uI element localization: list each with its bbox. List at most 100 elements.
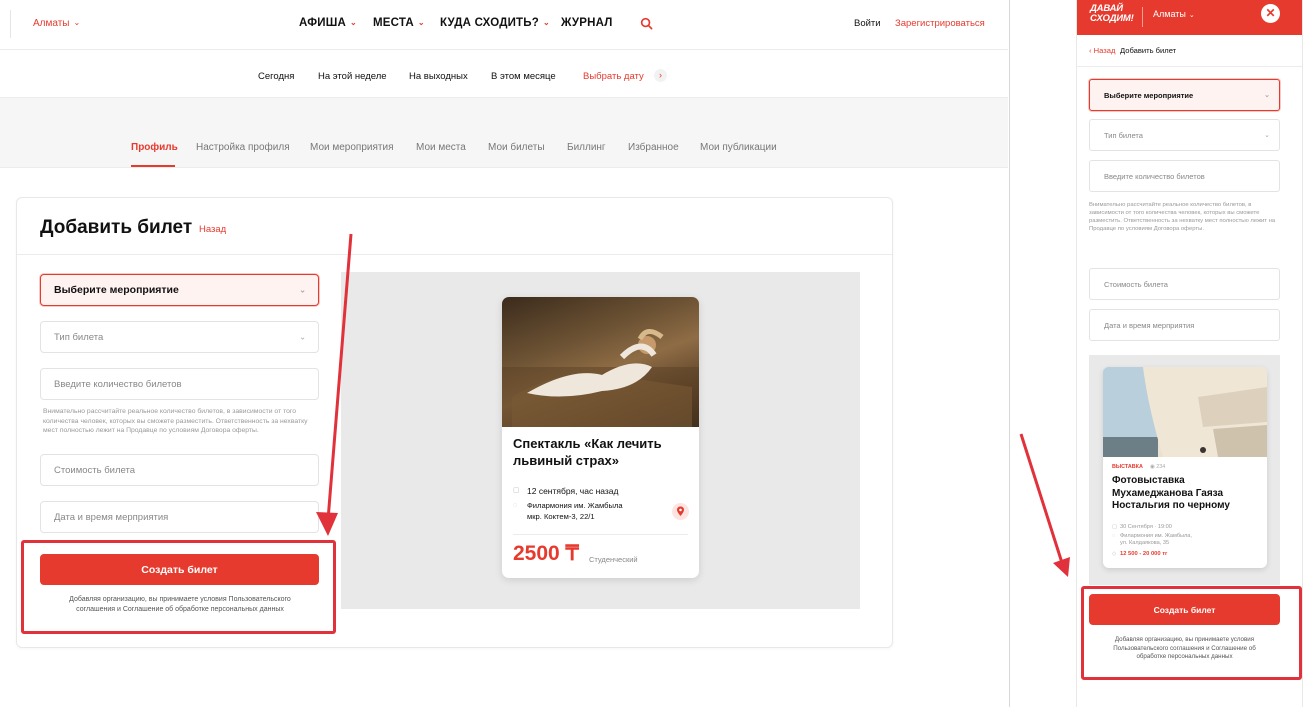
divider — [17, 254, 892, 255]
back-link[interactable]: Назад — [199, 224, 226, 235]
event-card-date: 30 Сентября · 19:00 — [1120, 524, 1172, 530]
logo[interactable]: ДАВАЙ СХОДИМ! — [1090, 4, 1134, 23]
event-card-place: Филармония им. Жамбыла мкр. Коктем-3, 22/… — [527, 501, 623, 522]
mobile-header: ДАВАЙ СХОДИМ! Алматы ⌄ ✕ — [1077, 0, 1302, 35]
filter-this-month[interactable]: В этом месяце — [491, 71, 556, 82]
logo-line: СХОДИМ! — [1090, 12, 1134, 24]
top-navbar: Алматы ⌄ АФИША ⌄ МЕСТА ⌄ КУДА СХОДИТЬ? ⌄ ЖУР… — [0, 0, 1008, 50]
nav-where-to-go[interactable]: КУДА СХОДИТЬ? ⌄ — [440, 17, 550, 29]
chevron-down-icon: ⌄ — [299, 285, 306, 295]
tab-favorites[interactable]: Избранное — [628, 142, 679, 153]
date-filter-bar: Сегодня На этой неделе На выходных В это… — [0, 50, 1008, 98]
event-select[interactable]: Выберите мероприятие ⌄ — [40, 274, 319, 306]
event-image — [1103, 367, 1267, 457]
place-name: Филармония им. Жамбыла — [527, 501, 623, 510]
mobile-view: ДАВАЙ СХОДИМ! Алматы ⌄ ✕ ‹ Назад Добавить … — [1076, 0, 1303, 707]
filter-weekend[interactable]: На выходных — [409, 71, 468, 82]
price-input[interactable]: Стоимость билета — [1089, 268, 1280, 300]
map-pin-icon[interactable] — [672, 503, 689, 520]
event-card-place: Филармония им. Жамбыла, ул. Калдаякова, 3… — [1120, 533, 1192, 547]
datetime-input[interactable]: Дата и время мерприятия — [1089, 309, 1280, 341]
calendar-icon: ▢ — [1112, 524, 1118, 530]
price-input[interactable]: Стоимость билета — [40, 454, 319, 486]
chevron-right-icon[interactable]: › — [654, 69, 667, 82]
chevron-down-icon: ⌄ — [417, 18, 425, 27]
login-link[interactable]: Войти — [854, 18, 881, 29]
divider — [10, 10, 11, 38]
eye-icon: ◉ — [1150, 464, 1155, 470]
quantity-hint: Внимательно рассчитайте реальное количес… — [1089, 202, 1276, 232]
event-card: ВЫСТАВКА ◉ 234 Фотовыставка Мухамеджанов… — [1103, 367, 1267, 568]
quantity-hint: Внимательно рассчитайте реальное количес… — [43, 408, 308, 434]
view-divider — [1009, 0, 1010, 707]
event-card-category: Студенческий — [589, 555, 638, 564]
city-selector[interactable]: Алматы ⌄ — [1153, 9, 1195, 19]
event-select-value: Выберите мероприятие — [1104, 90, 1194, 100]
tab-my-places[interactable]: Мои места — [416, 142, 466, 153]
nav-journal[interactable]: ЖУРНАЛ — [561, 17, 613, 29]
quantity-placeholder: Введите количество билетов — [1104, 171, 1205, 181]
price-icon: ◇ — [1112, 551, 1117, 557]
close-icon[interactable]: ✕ — [1261, 4, 1280, 23]
divider — [1077, 66, 1302, 67]
quantity-input[interactable]: Введите количество билетов — [40, 368, 319, 400]
annotation-arrow — [1019, 433, 1070, 577]
filter-pick-date[interactable]: Выбрать дату — [583, 71, 644, 82]
chevron-down-icon: ⌄ — [349, 18, 357, 27]
highlight-box — [1081, 586, 1302, 680]
annotation-arrow — [316, 233, 353, 536]
tab-profile-settings[interactable]: Настройка профиля — [196, 142, 290, 153]
ticket-type-placeholder: Тип билета — [1104, 130, 1143, 140]
datetime-placeholder: Дата и время мерприятия — [54, 511, 169, 523]
back-link[interactable]: ‹ Назад — [1089, 46, 1115, 55]
event-card-title: Спектакль «Как лечить львиный страх» — [513, 436, 662, 468]
city-selector[interactable]: Алматы ⌄ — [33, 18, 80, 29]
nav-places[interactable]: МЕСТА ⌄ — [373, 17, 425, 29]
event-image — [502, 297, 699, 427]
nav-label: МЕСТА — [373, 17, 414, 29]
back-label: Назад — [1093, 46, 1116, 55]
datetime-placeholder: Дата и время мерприятия — [1104, 320, 1195, 330]
event-card-price: 2500 ₸ — [513, 542, 579, 565]
register-link[interactable]: Зарегистрироваться — [895, 18, 985, 29]
desktop-view: Алматы ⌄ АФИША ⌄ МЕСТА ⌄ КУДА СХОДИТЬ? ⌄ ЖУР… — [0, 0, 1010, 707]
tab-my-tickets[interactable]: Мои билеты — [488, 142, 545, 153]
profile-tabs: Профиль Настройка профиля Мои мероприяти… — [0, 98, 1008, 168]
ticket-type-select[interactable]: Тип билета ⌄ — [1089, 119, 1280, 151]
active-tab-indicator — [131, 165, 175, 167]
event-card-date: 12 сентября, час назад — [527, 486, 619, 496]
ticket-type-select[interactable]: Тип билета ⌄ — [40, 321, 319, 353]
chevron-down-icon: ⌄ — [1188, 12, 1195, 19]
chevron-down-icon: ⌄ — [1264, 132, 1270, 139]
tab-my-events[interactable]: Мои мероприятия — [310, 142, 394, 153]
event-select[interactable]: Выберите мероприятие ⌄ — [1089, 79, 1280, 111]
filter-this-week[interactable]: На этой неделе — [318, 71, 387, 82]
nav-label: КУДА СХОДИТЬ? — [440, 17, 539, 29]
event-select-value: Выберите мероприятие — [54, 284, 179, 296]
quantity-input[interactable]: Введите количество билетов — [1089, 160, 1280, 192]
chevron-down-icon: ⌄ — [299, 332, 306, 342]
chevron-down-icon: ⌄ — [73, 18, 81, 27]
price-placeholder: Стоимость билета — [54, 464, 135, 476]
divider — [1142, 7, 1143, 27]
place-address: мкр. Коктем-3, 22/1 — [527, 511, 595, 521]
price-placeholder: Стоимость билета — [1104, 279, 1168, 289]
place-address: ул. Калдаякова, 35 — [1120, 540, 1170, 546]
search-icon[interactable] — [640, 17, 653, 30]
divider — [513, 534, 688, 535]
datetime-input[interactable]: Дата и время мерприятия — [40, 501, 319, 533]
location-icon: ◌ — [513, 502, 518, 509]
nav-afisha[interactable]: АФИША ⌄ — [299, 17, 357, 29]
calendar-icon: ▢ — [513, 487, 520, 494]
tab-my-publications[interactable]: Мои публикации — [700, 142, 777, 153]
filter-today[interactable]: Сегодня — [258, 71, 294, 82]
page-title: Добавить билет — [1120, 46, 1177, 55]
tab-profile[interactable]: Профиль — [131, 142, 178, 153]
chevron-down-icon: ⌄ — [542, 18, 550, 27]
ticket-type-placeholder: Тип билета — [54, 331, 104, 343]
event-card-tag: ВЫСТАВКА — [1112, 464, 1143, 470]
view-count: ◉ 234 — [1150, 464, 1165, 470]
city-label: Алматы — [1153, 9, 1186, 19]
quantity-placeholder: Введите количество билетов — [54, 378, 182, 390]
tab-billing[interactable]: Биллинг — [567, 142, 606, 153]
